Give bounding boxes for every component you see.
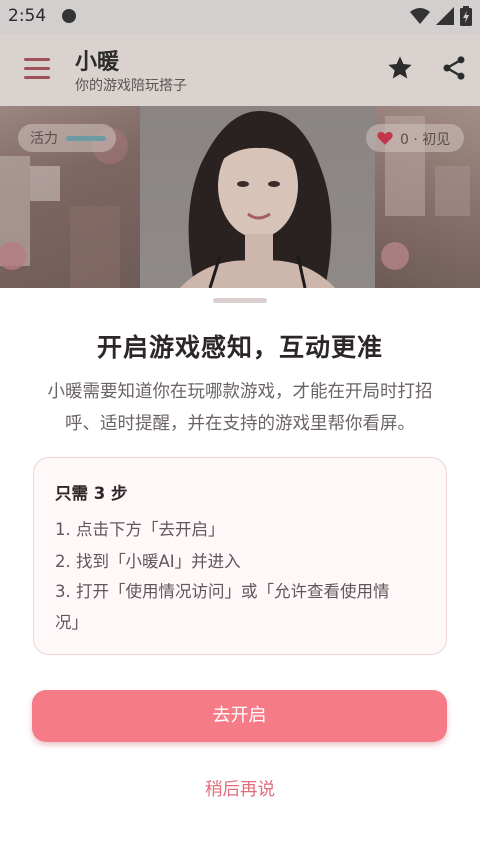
affinity-indicator: 0 · 初见: [366, 124, 464, 152]
energy-indicator: 活力: [18, 124, 116, 152]
sheet-description-line: 小暖需要知道你在玩哪款游戏，才能在开局时打招: [47, 382, 433, 402]
status-icons: [410, 6, 472, 26]
sheet-title: 开启游戏感知，互动更准: [96, 333, 383, 362]
battery-icon: [460, 6, 472, 26]
wifi-icon: [410, 8, 430, 24]
notification-dot-icon: [62, 9, 76, 23]
go-enable-button[interactable]: 去开启: [32, 690, 447, 742]
sheet-description-line: 呼、适时提醒，并在支持的游戏里帮你看屏。: [65, 414, 415, 434]
app-subtitle: 你的游戏陪玩搭子: [75, 78, 187, 94]
app-bar: 小暖 你的游戏陪玩搭子: [0, 34, 480, 106]
step-item: 1. 点击下方「去开启」: [55, 520, 225, 539]
heart-icon: [377, 131, 393, 145]
sheet-description: 小暖需要知道你在玩哪款游戏，才能在开局时打招 呼、适时提醒，并在支持的游戏里帮你…: [30, 376, 450, 440]
character-portrait: [140, 106, 375, 288]
step-item: 2. 找到「小暖AI」并进入: [55, 552, 241, 571]
step-item: 3. 打开「使用情况访问」或「允许查看使用情: [55, 582, 390, 601]
signal-icon: [436, 7, 454, 25]
app-title: 小暖: [75, 50, 120, 75]
share-icon[interactable]: [440, 54, 468, 82]
menu-icon[interactable]: [24, 58, 50, 80]
later-button[interactable]: 稍后再说: [180, 774, 300, 806]
character-hero: 活力 0 · 初见: [0, 106, 480, 288]
permission-bottom-sheet: 开启游戏感知，互动更准 小暖需要知道你在玩哪款游戏，才能在开局时打招 呼、适时提…: [0, 288, 480, 853]
steps-heading: 只需 3 步: [55, 484, 128, 503]
status-time: 2:54: [8, 6, 47, 26]
affinity-label: 0 · 初见: [400, 132, 451, 148]
step-item: 况」: [55, 613, 88, 632]
star-icon[interactable]: [386, 54, 414, 82]
sheet-drag-handle[interactable]: [213, 298, 267, 303]
status-bar: 2:54: [0, 0, 480, 34]
steps-card: 只需 3 步 1. 点击下方「去开启」 2. 找到「小暖AI」并进入 3. 打开…: [33, 457, 447, 655]
energy-label: 活力: [30, 131, 58, 147]
energy-bar: [66, 136, 106, 141]
